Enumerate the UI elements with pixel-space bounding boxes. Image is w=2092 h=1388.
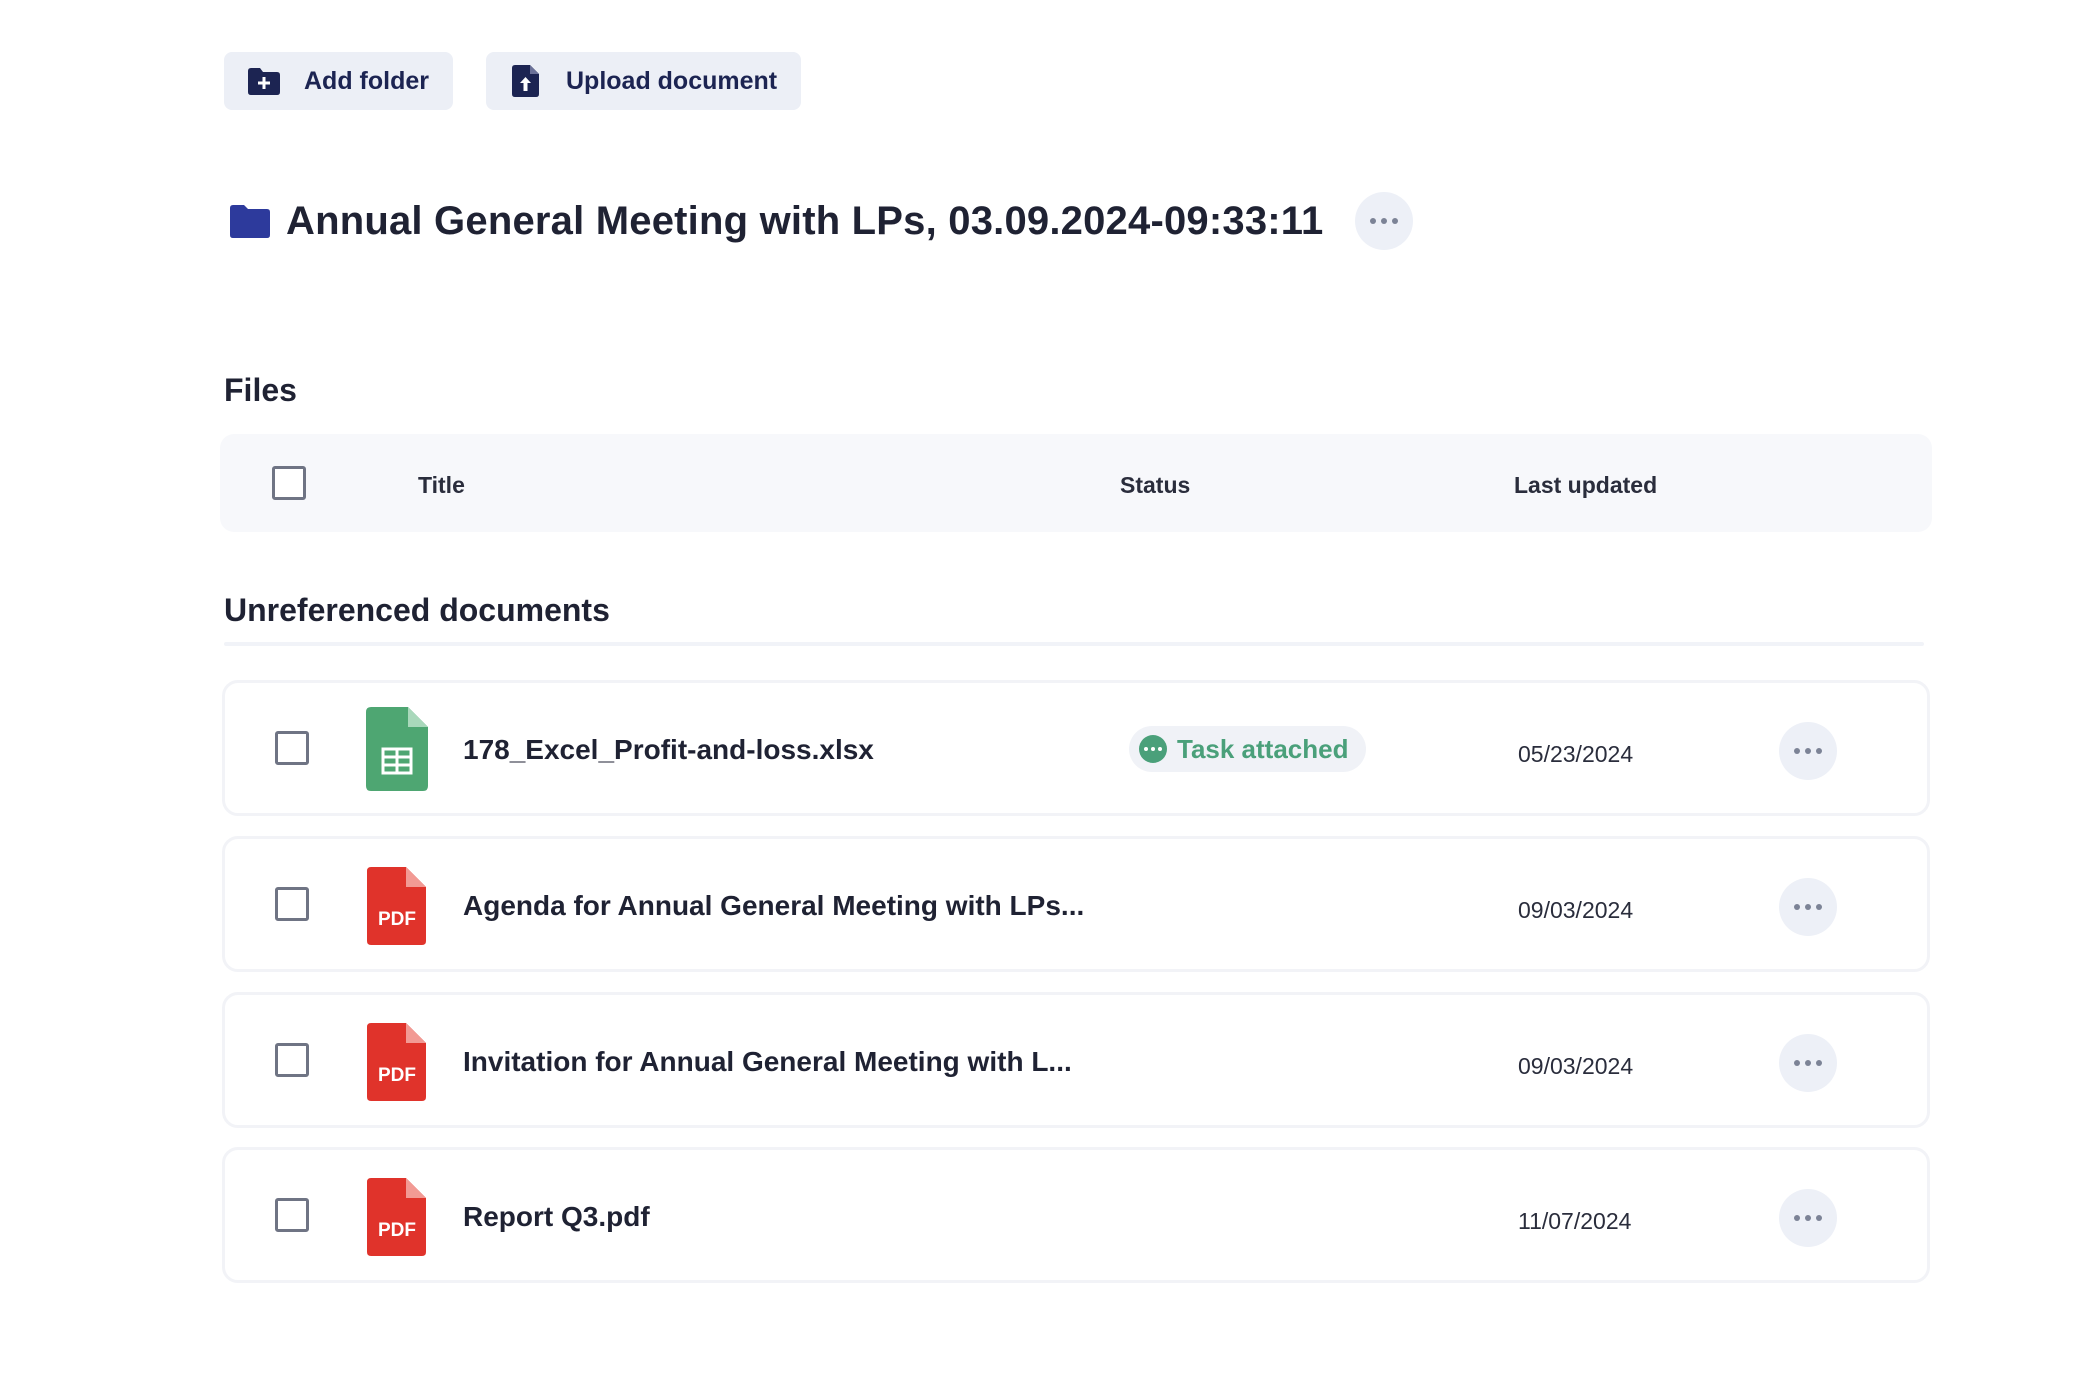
add-folder-label: Add folder [304,66,429,95]
row-more-options-button[interactable] [1779,722,1837,780]
more-dot-icon [1794,1215,1800,1221]
add-folder-icon [248,68,280,95]
more-dot-icon [1794,748,1800,754]
folder-header: Annual General Meeting with LPs, 03.09.2… [230,192,1414,250]
document-manager-page: Add folder Upload document Annual Genera… [0,0,2092,1388]
column-header-title[interactable]: Title [418,472,465,499]
column-header-last-updated[interactable]: Last updated [1514,472,1657,499]
section-divider [224,642,1924,646]
upload-document-label: Upload document [566,66,778,95]
more-dot-icon [1805,748,1811,754]
more-dot-icon [1816,1060,1822,1066]
document-title[interactable]: Agenda for Annual General Meeting with L… [463,890,1084,922]
document-last-updated: 09/03/2024 [1518,1053,1634,1079]
pdf-icon-label: PDF [378,909,416,930]
add-folder-button[interactable]: Add folder [224,52,453,110]
task-icon [1139,735,1167,763]
upload-document-icon [512,65,539,97]
more-dot-icon [1816,904,1822,910]
column-header-status[interactable]: Status [1120,472,1190,499]
more-dot-icon [1381,218,1388,224]
row-more-options-button[interactable] [1779,1034,1837,1092]
more-dot-icon [1816,1215,1822,1221]
more-dot-icon [1794,904,1800,910]
more-dot-icon [1805,1060,1811,1066]
files-table-header: Title Status Last updated [220,434,1932,532]
status-badge: Task attached [1129,726,1367,772]
document-title[interactable]: Invitation for Annual General Meeting wi… [463,1046,1072,1078]
pdf-icon-label: PDF [378,1220,416,1241]
document-title[interactable]: Report Q3.pdf [463,1201,650,1233]
row-more-options-button[interactable] [1779,1189,1837,1247]
document-last-updated: 05/23/2024 [1518,741,1634,767]
folder-title: Annual General Meeting with LPs, 03.09.2… [286,198,1324,243]
pdf-file-icon: PDF [367,867,426,945]
pdf-file-icon: PDF [367,1023,426,1101]
document-row[interactable]: 178_Excel_Profit-and-loss.xlsx Task atta… [222,680,1930,816]
upload-document-button[interactable]: Upload document [486,52,802,110]
document-last-updated: 11/07/2024 [1518,1208,1632,1234]
spreadsheet-file-icon [366,707,428,791]
more-dot-icon [1816,748,1822,754]
row-more-options-button[interactable] [1779,878,1837,936]
pdf-icon-label: PDF [378,1065,416,1086]
document-title[interactable]: 178_Excel_Profit-and-loss.xlsx [463,734,874,766]
document-row[interactable]: PDF Invitation for Annual General Meetin… [222,992,1930,1128]
row-checkbox[interactable] [275,887,309,921]
row-checkbox[interactable] [275,1198,309,1232]
files-heading: Files [224,372,297,408]
document-row[interactable]: PDF Report Q3.pdf 11/07/2024 [222,1147,1930,1283]
select-all-checkbox[interactable] [272,466,306,500]
more-dot-icon [1805,1215,1811,1221]
row-checkbox[interactable] [275,1043,309,1077]
folder-more-options-button[interactable] [1355,192,1414,250]
unreferenced-documents-heading: Unreferenced documents [224,592,610,628]
more-dot-icon [1794,1060,1800,1066]
folder-icon [230,205,270,238]
row-checkbox[interactable] [275,731,309,765]
document-row[interactable]: PDF Agenda for Annual General Meeting wi… [222,836,1930,972]
more-dot-icon [1805,904,1811,910]
document-last-updated: 09/03/2024 [1518,897,1634,923]
toolbar: Add folder Upload document [224,52,802,110]
more-dot-icon [1392,218,1399,224]
pdf-file-icon: PDF [367,1178,426,1256]
status-label: Task attached [1177,733,1349,764]
more-dot-icon [1370,218,1377,224]
